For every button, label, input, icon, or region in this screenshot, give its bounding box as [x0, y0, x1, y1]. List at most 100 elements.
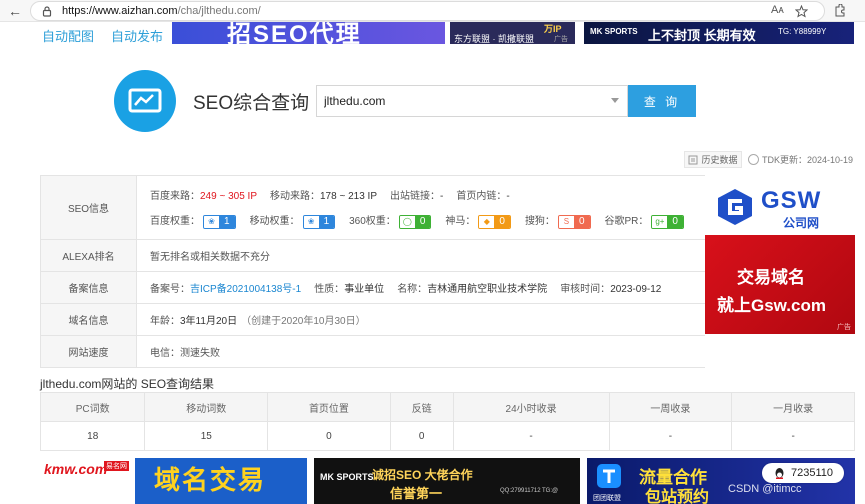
- results-header-cell: 24小时收录: [452, 392, 610, 422]
- lock-icon: [42, 6, 52, 17]
- top-ad-mk-sports[interactable]: MK SPORTS 上不封顶 长期有效 TG: Y88999Y: [584, 22, 854, 44]
- qq-contact-pill[interactable]: 7235110: [762, 463, 844, 483]
- domain-row: 域名信息 年龄： 3年11月20日 （创建于2020年10月30日）: [40, 304, 705, 336]
- top-ad-union[interactable]: 东方联盟 · 凯撒联盟 万IP 广告: [450, 22, 575, 44]
- results-cell[interactable]: 0: [267, 421, 391, 451]
- kmw-slogan: 域名交易: [154, 465, 267, 495]
- beian-audit-time: 审核时间：2023-09-12: [560, 284, 662, 295]
- favorite-star-icon[interactable]: [795, 5, 808, 18]
- results-header-row: PC词数 移动词数 首页位置 反链 24小时收录 一周收录 一月收录: [39, 392, 855, 422]
- tuantuan-slogan2: 包站预约: [645, 489, 710, 504]
- rank-badge[interactable]: ❀ 1: [203, 214, 236, 229]
- seo-logo: [114, 70, 176, 132]
- gsw-ad-corner: 广告: [837, 324, 851, 331]
- gsw-line2: 就上Gsw.com: [717, 296, 826, 315]
- rank-label: 搜狗：: [524, 216, 555, 228]
- rank-item: 神马： ◆ 0: [445, 212, 525, 229]
- gsw-line1: 交易域名: [737, 268, 805, 287]
- seo-info-row: SEO信息 百度来路：249 ~ 305 IP 移动来路：178 ~ 213 I…: [40, 176, 705, 240]
- results-cell[interactable]: -: [608, 421, 733, 451]
- results-header-cell: 一月收录: [731, 392, 855, 422]
- results-cell[interactable]: -: [731, 421, 855, 451]
- gsw-logo-icon: [718, 189, 752, 225]
- results-cell[interactable]: -: [452, 421, 610, 451]
- auto-publish-link[interactable]: 自动发布: [111, 26, 163, 45]
- gsw-brand: GSW: [761, 187, 822, 214]
- speed-row: 网站速度 电信：测速失败: [40, 336, 705, 368]
- clock-icon: [748, 154, 759, 165]
- address-bar[interactable]: https://www.aizhan.com/cha/jlthedu.com/ …: [30, 1, 825, 21]
- rank-badges: 百度权重： ❀ 1 移动权重： ❀ 1 360权重： ◯ 0 神马： ◆ 0 搜狗： S 0 谷歌PR： g+ 0: [150, 208, 705, 234]
- seo-info-label: SEO信息: [41, 176, 137, 239]
- back-arrow-icon[interactable]: ←: [6, 2, 24, 20]
- auto-image-link[interactable]: 自动配图: [42, 26, 94, 45]
- tuantuan-logo: 团团联盟: [593, 495, 621, 502]
- gsw-ad[interactable]: GSW 公司网 交易域名 就上Gsw.com 广告: [705, 175, 855, 334]
- rank-badge[interactable]: ◯ 0: [398, 214, 432, 229]
- csdn-watermark: CSDN @itimcc: [728, 483, 802, 495]
- rank-value: 0: [494, 215, 510, 228]
- beian-label: 备案信息: [41, 272, 137, 303]
- history-data-button[interactable]: 历史数据: [684, 151, 742, 168]
- dropdown-caret-icon[interactable]: [611, 98, 619, 103]
- results-header-cell: 反链: [389, 392, 454, 422]
- baidu-source-link[interactable]: 249 ~ 305 IP: [200, 191, 257, 202]
- speed-label: 网站速度: [41, 336, 137, 367]
- paw-icon: ❀: [303, 215, 319, 228]
- domain-age-value: 3年11月20日: [180, 316, 238, 327]
- top-ad-seo-agent[interactable]: 招SEO代理: [172, 22, 445, 44]
- page-title: SEO综合查询: [193, 93, 310, 114]
- gsw-brand-sub: 公司网: [783, 216, 820, 230]
- baidu-source: 百度来路：249 ~ 305 IP: [150, 191, 257, 202]
- rank-badge[interactable]: g+ 0: [651, 214, 684, 229]
- rank-value: 0: [667, 215, 683, 228]
- domain-age-label: 年龄：: [150, 316, 180, 327]
- paw-icon: ❀: [204, 215, 219, 228]
- kmw-logo: kmw.com: [44, 461, 108, 477]
- speed-value: 电信：测速失败: [150, 348, 220, 359]
- mobile-source-link[interactable]: 178 ~ 213 IP: [320, 191, 377, 202]
- outbound-links: 出站链接：-: [390, 191, 444, 202]
- beian-number-link[interactable]: 吉ICP备2021004138号-1: [190, 284, 301, 295]
- rank-badge[interactable]: ❀ 1: [302, 214, 336, 229]
- query-button[interactable]: 查 询: [628, 85, 696, 117]
- alexa-value: 暂无排名或相关数据不充分: [150, 252, 270, 263]
- rank-value: 1: [219, 215, 235, 228]
- tdk-label: TDK更新：2024-10-19: [762, 155, 854, 165]
- rank-item: 百度权重： ❀ 1: [150, 212, 250, 229]
- tuantuan-logo-icon: [597, 464, 621, 488]
- rank-item: 360权重： ◯ 0: [349, 212, 445, 229]
- domain-created: （创建于2020年10月30日）: [241, 316, 366, 327]
- beian-name: 名称：吉林通用航空职业技术学院: [397, 284, 548, 295]
- rank-badge[interactable]: ◆ 0: [478, 214, 511, 229]
- bottom-ad-mk-seo[interactable]: MK SPORTS 诚招SEO 大佬合作 信誉第一 QQ:279911712 T…: [314, 458, 580, 504]
- extensions-icon[interactable]: [833, 4, 846, 17]
- domain-search-input[interactable]: [317, 86, 607, 116]
- rank-badge[interactable]: S0: [557, 214, 591, 229]
- alexa-label: ALEXA排名: [41, 240, 137, 271]
- google-icon: g+: [652, 215, 668, 228]
- reader-mode-icon[interactable]: Aᴀ: [771, 4, 784, 16]
- rank-item: 移动权重： ❀ 1: [250, 212, 350, 229]
- browser-toolbar: ← https://www.aizhan.com/cha/jlthedu.com…: [0, 0, 865, 22]
- rank-label: 神马：: [445, 216, 476, 228]
- rank-value: 0: [573, 215, 590, 228]
- rank-label: 360权重：: [349, 216, 396, 228]
- beian-nature: 性质：事业单位: [314, 284, 385, 295]
- qq-number: 7235110: [790, 467, 833, 479]
- beian-number: 备案号：吉ICP备2021004138号-1: [150, 284, 302, 295]
- 360-icon: ◯: [399, 215, 415, 228]
- results-header-cell: 一周收录: [608, 392, 733, 422]
- results-cell[interactable]: 18: [39, 421, 146, 451]
- chart-monitor-icon: [128, 88, 162, 113]
- tdk-update: TDK更新：2024-10-19: [748, 151, 853, 168]
- results-header-cell: 移动词数: [144, 392, 269, 422]
- results-header-cell: 首页位置: [267, 392, 391, 422]
- domain-label: 域名信息: [41, 304, 137, 335]
- table-row: 18 15 0 0- - -: [39, 421, 855, 451]
- results-cell[interactable]: 15: [144, 421, 269, 451]
- bottom-ad-kmw[interactable]: kmw.com 易名网 域名交易: [40, 458, 307, 504]
- beian-row: 备案信息 备案号：吉ICP备2021004138号-1 性质：事业单位 名称：吉…: [40, 272, 705, 304]
- seo-info-table: SEO信息 百度来路：249 ~ 305 IP 移动来路：178 ~ 213 I…: [40, 175, 705, 368]
- results-cell[interactable]: 0: [389, 421, 454, 451]
